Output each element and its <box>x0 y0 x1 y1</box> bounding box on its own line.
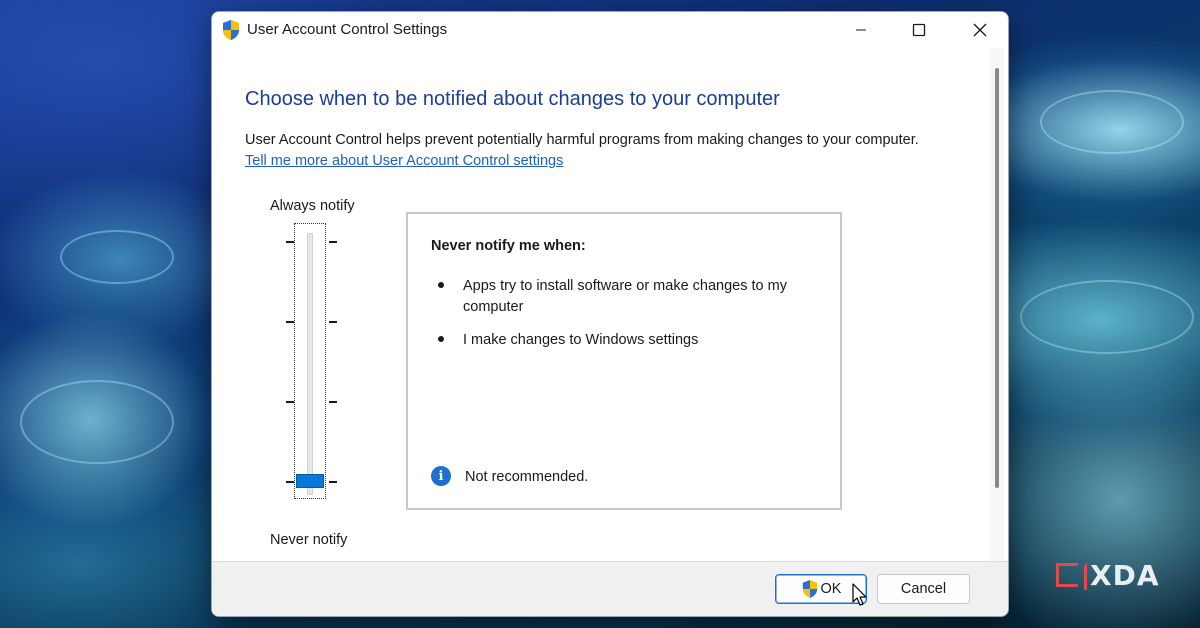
close-button[interactable] <box>952 12 1008 48</box>
slider-tick <box>286 321 294 323</box>
panel-heading: Never notify me when: <box>431 238 586 254</box>
panel-bullet-item: Apps try to install software or make cha… <box>463 278 787 315</box>
panel-bullet-item: I make changes to Windows settings <box>463 332 699 348</box>
recommendation-note: Not recommended. <box>465 469 589 485</box>
maximize-button[interactable] <box>891 12 947 48</box>
uac-shield-icon <box>223 20 239 40</box>
slider-tick <box>329 321 337 323</box>
slider-tick <box>286 241 294 243</box>
vertical-scrollbar[interactable] <box>990 48 1004 572</box>
window-title: User Account Control Settings <box>247 21 448 38</box>
close-icon <box>973 23 987 37</box>
level-description-panel: Never notify me when: Apps try to instal… <box>406 212 842 510</box>
maximize-icon <box>912 23 926 37</box>
title-bar[interactable]: User Account Control Settings <box>212 12 1008 48</box>
never-notify-label: Never notify <box>270 532 348 548</box>
uac-shield-icon <box>802 580 817 598</box>
page-heading: Choose when to be notified about changes… <box>245 88 780 110</box>
always-notify-label: Always notify <box>270 198 355 214</box>
window-content: Choose when to be notified about changes… <box>212 48 988 572</box>
description-text: User Account Control helps prevent poten… <box>245 132 919 148</box>
cancel-button-label: Cancel <box>900 581 947 597</box>
minimize-icon <box>856 29 866 31</box>
xda-bracket-icon <box>1056 563 1087 590</box>
water-ripple <box>1020 280 1194 354</box>
scrollbar-thumb[interactable] <box>995 68 999 488</box>
xda-watermark: XDA <box>1056 558 1160 592</box>
slider-track[interactable] <box>307 233 313 495</box>
minimize-button[interactable] <box>833 12 889 48</box>
slider-tick <box>286 481 294 483</box>
slider-tick <box>329 241 337 243</box>
slider-tick <box>329 401 337 403</box>
mouse-cursor-icon <box>852 583 867 606</box>
slider-tick <box>329 481 337 483</box>
dialog-footer: OK Cancel <box>212 561 1008 616</box>
learn-more-link[interactable]: Tell me more about User Account Control … <box>245 153 563 169</box>
water-ripple <box>20 380 174 464</box>
bullet-icon <box>438 336 444 342</box>
water-ripple <box>1040 90 1184 154</box>
uac-settings-window: User Account Control Settings Choose whe… <box>211 11 1009 617</box>
ok-button-label: OK <box>820 581 842 597</box>
water-ripple <box>60 230 174 284</box>
slider-thumb[interactable] <box>296 474 324 488</box>
cancel-button[interactable]: Cancel <box>877 574 970 604</box>
bullet-icon <box>438 282 444 288</box>
slider-tick <box>286 401 294 403</box>
xda-watermark-text: XDA <box>1090 558 1160 592</box>
info-icon: i <box>431 466 451 486</box>
